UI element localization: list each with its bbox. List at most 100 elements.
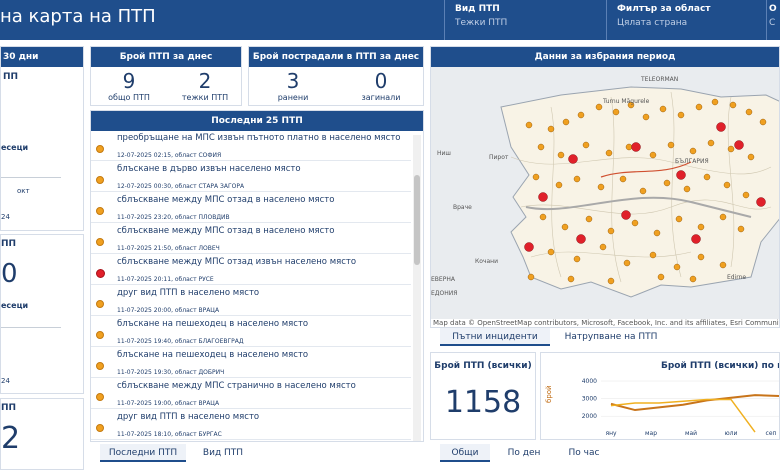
map-crash-dot[interactable]: [683, 185, 691, 193]
map-crash-dot[interactable]: [567, 275, 575, 283]
map-crash-dot[interactable]: [677, 111, 685, 119]
map-crash-dot[interactable]: [525, 121, 533, 129]
map-crash-dot[interactable]: [577, 111, 585, 119]
map-crash-dot[interactable]: [599, 243, 607, 251]
list-item[interactable]: друг вид ПТП в населено място 11-07-2025 …: [91, 286, 411, 316]
svg-text:Ниш: Ниш: [437, 150, 451, 157]
list-item[interactable]: сблъскване между МПС отзад в населено мя…: [91, 224, 411, 254]
list-item[interactable]: блъскане в дърво извън населено място 12-…: [91, 162, 411, 192]
map-crash-dot[interactable]: [555, 181, 563, 189]
map-fatal-dot[interactable]: [538, 192, 548, 202]
map-crash-dot[interactable]: [585, 215, 593, 223]
list-item[interactable]: преобръщане на МПС извън пътното платно …: [91, 131, 411, 161]
map-crash-dot[interactable]: [689, 147, 697, 155]
map-crash-dot[interactable]: [659, 105, 667, 113]
list-item[interactable]: блъскане на пешеходец в населено място 11…: [91, 348, 411, 378]
map-crash-dot[interactable]: [663, 179, 671, 187]
map-fatal-dot[interactable]: [524, 242, 534, 252]
map-crash-dot[interactable]: [561, 223, 569, 231]
map-crash-dot[interactable]: [547, 248, 555, 256]
map-crash-dot[interactable]: [557, 151, 565, 159]
map-crash-dot[interactable]: [742, 191, 750, 199]
map-crash-dot[interactable]: [607, 227, 615, 235]
list-item[interactable]: сблъскване между МПС странично в населен…: [91, 379, 411, 409]
map-crash-dot[interactable]: [573, 175, 581, 183]
map-fatal-dot[interactable]: [691, 234, 701, 244]
map-crash-dot[interactable]: [562, 118, 570, 126]
map-crash-dot[interactable]: [737, 225, 745, 233]
map-crash-dot[interactable]: [707, 139, 715, 147]
map-fatal-dot[interactable]: [631, 142, 641, 152]
map-crash-dot[interactable]: [747, 153, 755, 161]
map-crash-dot[interactable]: [625, 143, 633, 151]
map-crash-dot[interactable]: [697, 253, 705, 261]
list-item-sub: 11-07-2025 20:00, област ВРАЦА: [117, 307, 220, 314]
list-scrollbar[interactable]: [413, 135, 421, 441]
map-crash-dot[interactable]: [675, 215, 683, 223]
map-crash-dot[interactable]: [537, 143, 545, 151]
map-crash-dot[interactable]: [695, 103, 703, 111]
map-crash-dot[interactable]: [619, 175, 627, 183]
list-item[interactable]: сблъскване между МПС отзад извън населен…: [91, 255, 411, 285]
map-crash-dot[interactable]: [631, 219, 639, 227]
list-item[interactable]: блъскане на пешеходец в населено място 11…: [91, 317, 411, 347]
monthly-chart-card: Брой ПТП (всички) по мес брой 4000300020…: [540, 352, 780, 440]
map-crash-dot[interactable]: [723, 181, 731, 189]
filter-extra[interactable]: О С: [766, 0, 780, 40]
map-crash-dot[interactable]: [649, 251, 657, 259]
map-crash-dot[interactable]: [623, 259, 631, 267]
tab-accumulation[interactable]: Натрупване на ПТП: [556, 328, 666, 346]
map-crash-dot[interactable]: [759, 118, 767, 126]
map-crash-dot[interactable]: [657, 273, 665, 281]
map-crash-dot[interactable]: [689, 275, 697, 283]
tab-recent-crashes[interactable]: Последни ПТП: [100, 444, 186, 462]
list-item[interactable]: друг вид ПТП в населено място 11-07-2025 …: [91, 410, 411, 440]
tab-incidents[interactable]: Пътни инциденти: [440, 328, 550, 346]
map-crash-dot[interactable]: [703, 173, 711, 181]
map-crash-dot[interactable]: [639, 187, 647, 195]
map-crash-dot[interactable]: [727, 145, 735, 153]
map-crash-dot[interactable]: [595, 103, 603, 111]
map-crash-dot[interactable]: [719, 213, 727, 221]
map-crash-dot[interactable]: [532, 173, 540, 181]
recent-crashes-list[interactable]: преобръщане на МПС извън пътното платно …: [91, 131, 423, 441]
map-crash-dot[interactable]: [573, 255, 581, 263]
map-fatal-dot[interactable]: [621, 210, 631, 220]
map-fatal-dot[interactable]: [568, 154, 578, 164]
map-crash-dot[interactable]: [597, 183, 605, 191]
map-crash-dot[interactable]: [527, 273, 535, 281]
map-crash-dot[interactable]: [612, 108, 620, 116]
list-scroll-thumb[interactable]: [414, 175, 420, 265]
map-crash-dot[interactable]: [605, 149, 613, 157]
tab-crash-type[interactable]: Вид ПТП: [190, 444, 256, 462]
map-crash-dot[interactable]: [711, 98, 719, 106]
map-fatal-dot[interactable]: [734, 140, 744, 150]
map-crash-dot[interactable]: [667, 141, 675, 149]
list-item-text: сблъскване между МПС странично в населен…: [117, 381, 356, 391]
map-crash-dot[interactable]: [719, 261, 727, 269]
map-crash-dot[interactable]: [729, 101, 737, 109]
crash-marker-icon: [96, 362, 104, 370]
map-fatal-dot[interactable]: [756, 197, 766, 207]
monthly-line-chart[interactable]: брой 4000 3000 2000 яну мар май юли сеп: [541, 375, 780, 440]
list-item[interactable]: сблъскване между МПС отзад в населено мя…: [91, 193, 411, 223]
map-crash-dot[interactable]: [649, 151, 657, 159]
map-crash-dot[interactable]: [745, 108, 753, 116]
tab-by-day[interactable]: По ден: [496, 444, 552, 462]
map-crash-dot[interactable]: [547, 125, 555, 133]
map-crash-dot[interactable]: [673, 263, 681, 271]
map-fatal-dot[interactable]: [716, 122, 726, 132]
tab-by-hour[interactable]: По час: [556, 444, 612, 462]
map-fatal-dot[interactable]: [676, 170, 686, 180]
map-crash-dot[interactable]: [653, 229, 661, 237]
map-crash-dot[interactable]: [697, 223, 705, 231]
map-fatal-dot[interactable]: [576, 234, 586, 244]
map-crash-dot[interactable]: [539, 213, 547, 221]
map-crash-dot[interactable]: [607, 277, 615, 285]
filter-crash-type[interactable]: Вид ПТП Тежки ПТП: [444, 0, 606, 40]
map-crash-dot[interactable]: [582, 141, 590, 149]
filter-region[interactable]: Филтър за област Цялата страна: [606, 0, 766, 40]
crash-map[interactable]: TELEORMAN Turnu Măgurele Пирот Ниш Враче…: [431, 67, 780, 319]
tab-general[interactable]: Общи: [440, 444, 490, 462]
map-crash-dot[interactable]: [642, 113, 650, 121]
